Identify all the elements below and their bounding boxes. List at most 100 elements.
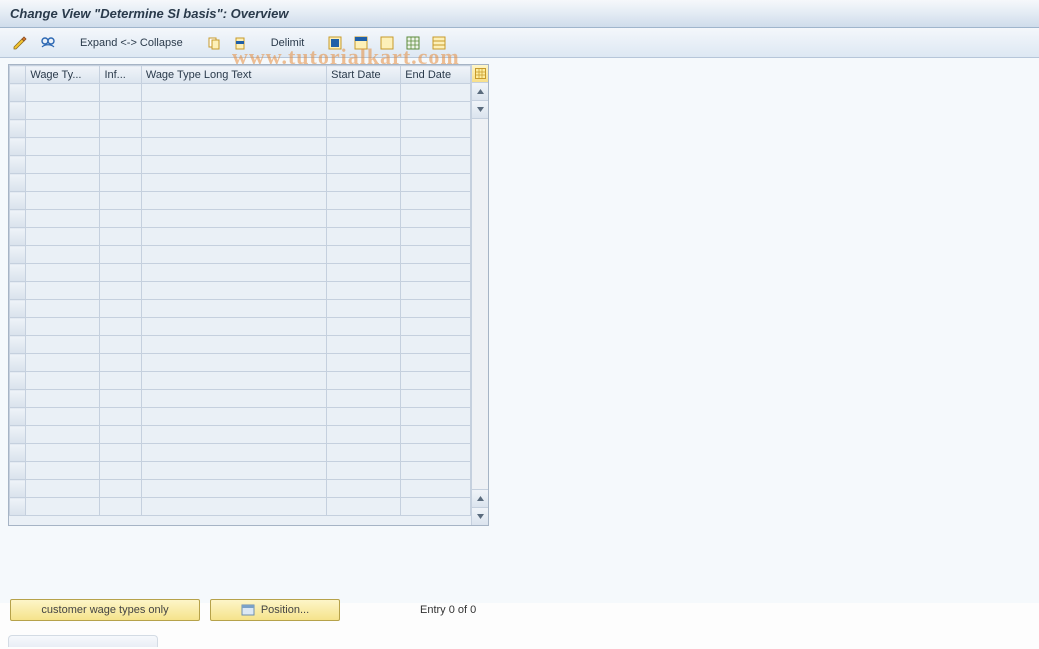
table-row[interactable]: [10, 498, 471, 516]
table-cell[interactable]: [327, 174, 401, 192]
table-cell[interactable]: [327, 210, 401, 228]
table-cell[interactable]: [141, 246, 326, 264]
table-cell[interactable]: [26, 228, 100, 246]
table-cell[interactable]: [401, 480, 471, 498]
table-cell[interactable]: [141, 372, 326, 390]
table-cell[interactable]: [401, 246, 471, 264]
table-cell[interactable]: [401, 444, 471, 462]
customer-wage-types-button[interactable]: customer wage types only: [10, 599, 200, 621]
delete-icon[interactable]: [229, 33, 251, 53]
table-cell[interactable]: [327, 264, 401, 282]
row-selector[interactable]: [10, 228, 26, 246]
table-cell[interactable]: [141, 408, 326, 426]
select-all-icon[interactable]: [324, 33, 346, 53]
col-end-date[interactable]: End Date: [401, 66, 471, 84]
table-cell[interactable]: [141, 174, 326, 192]
table-row[interactable]: [10, 84, 471, 102]
print-icon[interactable]: [428, 33, 450, 53]
table-cell[interactable]: [100, 318, 141, 336]
table-cell[interactable]: [327, 390, 401, 408]
table-cell[interactable]: [100, 444, 141, 462]
table-cell[interactable]: [100, 354, 141, 372]
col-wage-type[interactable]: Wage Ty...: [26, 66, 100, 84]
table-cell[interactable]: [100, 282, 141, 300]
table-row[interactable]: [10, 192, 471, 210]
row-selector[interactable]: [10, 390, 26, 408]
row-selector[interactable]: [10, 192, 26, 210]
table-cell[interactable]: [26, 408, 100, 426]
table-cell[interactable]: [401, 390, 471, 408]
table-cell[interactable]: [401, 210, 471, 228]
table-cell[interactable]: [26, 138, 100, 156]
table-cell[interactable]: [100, 300, 141, 318]
table-cell[interactable]: [401, 138, 471, 156]
table-row[interactable]: [10, 228, 471, 246]
table-cell[interactable]: [100, 192, 141, 210]
scroll-step-up-icon[interactable]: [472, 489, 488, 507]
copy-icon[interactable]: [203, 33, 225, 53]
table-row[interactable]: [10, 354, 471, 372]
table-cell[interactable]: [141, 498, 326, 516]
table-row[interactable]: [10, 138, 471, 156]
table-cell[interactable]: [100, 138, 141, 156]
table-cell[interactable]: [26, 354, 100, 372]
table-cell[interactable]: [141, 336, 326, 354]
table-cell[interactable]: [141, 210, 326, 228]
table-cell[interactable]: [100, 102, 141, 120]
table-cell[interactable]: [327, 300, 401, 318]
table-cell[interactable]: [401, 156, 471, 174]
row-selector[interactable]: [10, 102, 26, 120]
scroll-down-icon[interactable]: [472, 507, 488, 525]
row-selector[interactable]: [10, 138, 26, 156]
table-cell[interactable]: [327, 444, 401, 462]
table-cell[interactable]: [401, 426, 471, 444]
table-cell[interactable]: [26, 102, 100, 120]
table-cell[interactable]: [141, 102, 326, 120]
table-cell[interactable]: [100, 174, 141, 192]
table-cell[interactable]: [141, 480, 326, 498]
table-row[interactable]: [10, 426, 471, 444]
table-cell[interactable]: [327, 354, 401, 372]
row-selector[interactable]: [10, 318, 26, 336]
table-cell[interactable]: [327, 246, 401, 264]
table-row[interactable]: [10, 300, 471, 318]
table-cell[interactable]: [26, 444, 100, 462]
table-cell[interactable]: [401, 408, 471, 426]
table-cell[interactable]: [100, 390, 141, 408]
table-cell[interactable]: [141, 282, 326, 300]
table-cell[interactable]: [401, 192, 471, 210]
row-selector[interactable]: [10, 156, 26, 174]
table-row[interactable]: [10, 210, 471, 228]
table-cell[interactable]: [26, 84, 100, 102]
table-cell[interactable]: [401, 372, 471, 390]
row-selector[interactable]: [10, 408, 26, 426]
table-cell[interactable]: [141, 84, 326, 102]
table-cell[interactable]: [141, 462, 326, 480]
table-cell[interactable]: [26, 336, 100, 354]
table-cell[interactable]: [26, 318, 100, 336]
scroll-track[interactable]: [472, 119, 488, 489]
expand-collapse-button[interactable]: Expand <-> Collapse: [74, 37, 189, 49]
table-cell[interactable]: [401, 336, 471, 354]
table-row[interactable]: [10, 246, 471, 264]
table-cell[interactable]: [100, 84, 141, 102]
table-cell[interactable]: [26, 498, 100, 516]
table-row[interactable]: [10, 156, 471, 174]
row-selector[interactable]: [10, 84, 26, 102]
table-cell[interactable]: [401, 300, 471, 318]
table-cell[interactable]: [327, 498, 401, 516]
table-row[interactable]: [10, 102, 471, 120]
row-selector[interactable]: [10, 498, 26, 516]
row-selector[interactable]: [10, 480, 26, 498]
table-cell[interactable]: [401, 174, 471, 192]
table-cell[interactable]: [141, 354, 326, 372]
table-cell[interactable]: [141, 264, 326, 282]
table-cell[interactable]: [401, 354, 471, 372]
table-cell[interactable]: [401, 264, 471, 282]
table-cell[interactable]: [100, 408, 141, 426]
table-cell[interactable]: [327, 318, 401, 336]
table-cell[interactable]: [141, 300, 326, 318]
table-cell[interactable]: [100, 156, 141, 174]
table-cell[interactable]: [327, 282, 401, 300]
col-wage-type-long[interactable]: Wage Type Long Text: [141, 66, 326, 84]
